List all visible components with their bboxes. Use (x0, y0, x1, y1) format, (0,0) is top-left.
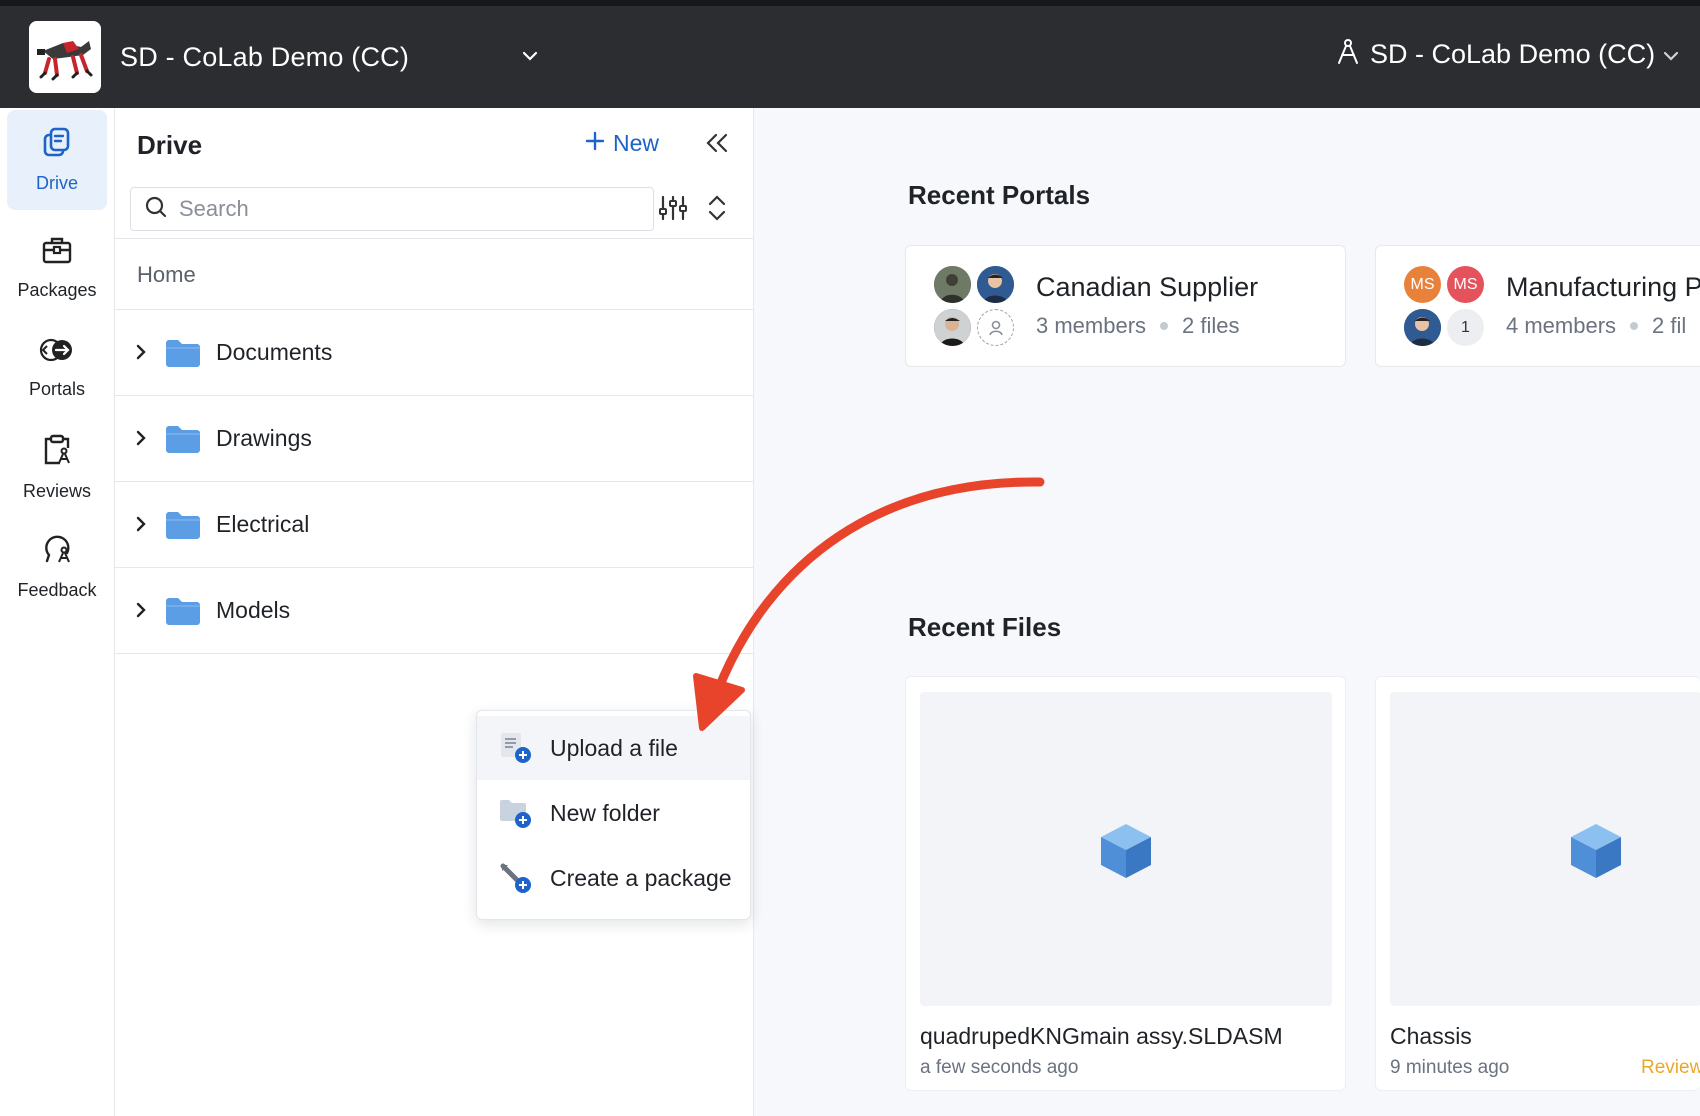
main-nav-rail: Drive Packages Portals Reviews Feedback (0, 108, 115, 1116)
folder-name: Documents (216, 339, 333, 365)
search-icon (145, 196, 167, 223)
avatar (1404, 309, 1441, 346)
briefcase-icon (42, 235, 72, 270)
avatar-initials: MS (1453, 275, 1478, 293)
folder-name: Drawings (216, 425, 312, 451)
folder-icon (164, 595, 202, 632)
portal-members: 3 members (1036, 313, 1147, 338)
separator-dot (1630, 322, 1639, 330)
avatar-initials: MS (1410, 275, 1435, 293)
portal-card-manufacturing[interactable]: MS MS 1 Manufacturing P 4 members 2 fil (1375, 245, 1700, 367)
search-box (130, 187, 654, 231)
menu-item-label: Create a package (550, 864, 732, 891)
sort-toggle-icon[interactable] (707, 195, 727, 226)
separator-dot (1160, 322, 1169, 330)
panel-title: Drive (137, 130, 203, 160)
portal-members: 4 members (1506, 313, 1617, 338)
extra-count-label: 1 (1461, 318, 1470, 336)
rail-item-drive[interactable]: Drive (7, 110, 107, 210)
menu-item-label: Upload a file (550, 734, 678, 761)
rail-item-packages[interactable]: Packages (7, 218, 107, 318)
user-workspace-switcher[interactable]: SD - CoLab Demo (CC) (1336, 38, 1655, 71)
rail-item-label: Reviews (22, 481, 92, 501)
folder-icon (164, 337, 202, 374)
portal-meta: 3 members 2 files (1036, 313, 1240, 339)
file-name: quadrupedKNGmain assy.SLDASM (920, 1023, 1283, 1049)
rail-item-label: Feedback (17, 580, 97, 600)
file-timestamp: a few seconds ago (920, 1057, 1079, 1078)
folder-name: Models (216, 597, 291, 623)
breadcrumb-home[interactable]: Home (137, 262, 196, 288)
portal-card-canadian-supplier[interactable]: Canadian Supplier 3 members 2 files (905, 245, 1346, 367)
extra-members-count: 1 (1447, 309, 1484, 346)
folder-row-documents[interactable]: Documents (115, 310, 754, 396)
rail-item-label: Packages (17, 280, 97, 300)
rail-item-portals[interactable]: Portals (7, 318, 107, 418)
menu-item-label: New folder (550, 799, 660, 826)
folder-row-drawings[interactable]: Drawings (115, 396, 754, 482)
compass-icon (1336, 38, 1360, 71)
recent-files-heading: Recent Files (908, 612, 1062, 642)
rail-item-label: Portals (28, 379, 86, 399)
portal-name: Canadian Supplier (1036, 272, 1259, 302)
menu-item-create-package[interactable]: Create a package (477, 846, 750, 910)
chevron-down-icon[interactable] (522, 49, 538, 67)
rail-item-label: Drive (35, 173, 78, 193)
create-package-icon (499, 862, 533, 899)
portal-name: Manufacturing P (1506, 272, 1700, 302)
portal-meta: 4 members 2 fil (1506, 313, 1686, 339)
rail-item-reviews[interactable]: Reviews (7, 418, 107, 518)
filter-sliders-icon[interactable] (658, 195, 688, 226)
folder-icon (164, 509, 202, 546)
portal-files: 2 fil (1652, 313, 1687, 338)
new-button-label: New (613, 130, 660, 156)
user-placeholder-icon (977, 309, 1014, 346)
menu-item-new-folder[interactable]: New folder (477, 781, 750, 845)
new-folder-icon (499, 797, 533, 834)
file-card[interactable]: quadrupedKNGmain assy.SLDASM a few secon… (905, 676, 1346, 1091)
new-button[interactable]: New (585, 130, 659, 157)
upload-file-icon (499, 732, 533, 769)
file-thumbnail (920, 692, 1332, 1006)
rail-item-feedback[interactable]: Feedback (7, 518, 107, 618)
feedback-icon (41, 535, 73, 570)
folder-icon (164, 423, 202, 460)
file-name: Chassis (1390, 1023, 1472, 1049)
file-thumbnail (1390, 692, 1700, 1006)
avatar: MS (1404, 266, 1441, 303)
cube-icon (1099, 822, 1153, 885)
folder-name: Electrical (216, 511, 310, 537)
chevron-right-icon[interactable] (135, 601, 147, 624)
clipboard-icon (42, 434, 72, 471)
collapse-panel-icon[interactable] (704, 132, 730, 159)
new-item-menu: Upload a file New folder Create a packag… (476, 710, 751, 920)
divider (115, 238, 754, 239)
top-bar: SD - CoLab Demo (CC) SD - CoLab Demo (CC… (0, 6, 1700, 108)
avatar: MS (1447, 266, 1484, 303)
folder-row-electrical[interactable]: Electrical (115, 482, 754, 568)
portal-files: 2 files (1182, 313, 1240, 338)
chevron-right-icon[interactable] (135, 343, 147, 366)
file-timestamp: 9 minutes ago (1390, 1057, 1510, 1078)
status-badge: Review (1641, 1057, 1700, 1078)
menu-item-upload-file[interactable]: Upload a file (477, 716, 750, 780)
chevron-right-icon[interactable] (135, 429, 147, 452)
avatar (934, 309, 971, 346)
folder-row-models[interactable]: Models (115, 568, 754, 654)
avatar (934, 266, 971, 303)
avatar (977, 266, 1014, 303)
chevron-down-icon[interactable] (1663, 49, 1679, 67)
search-input[interactable] (179, 196, 619, 222)
drive-panel: Drive New Home Documents (115, 108, 754, 1116)
robot-dog-logo[interactable] (29, 21, 101, 93)
recent-portals-heading: Recent Portals (908, 180, 1091, 210)
workspace-title[interactable]: SD - CoLab Demo (CC) (120, 42, 409, 73)
portal-icon (39, 336, 75, 369)
file-card[interactable]: Chassis 9 minutes ago Review (1375, 676, 1700, 1091)
user-workspace-name: SD - CoLab Demo (CC) (1370, 39, 1656, 69)
drive-icon (42, 126, 72, 163)
chevron-right-icon[interactable] (135, 515, 147, 538)
cube-icon (1569, 822, 1623, 885)
plus-icon (585, 130, 605, 157)
